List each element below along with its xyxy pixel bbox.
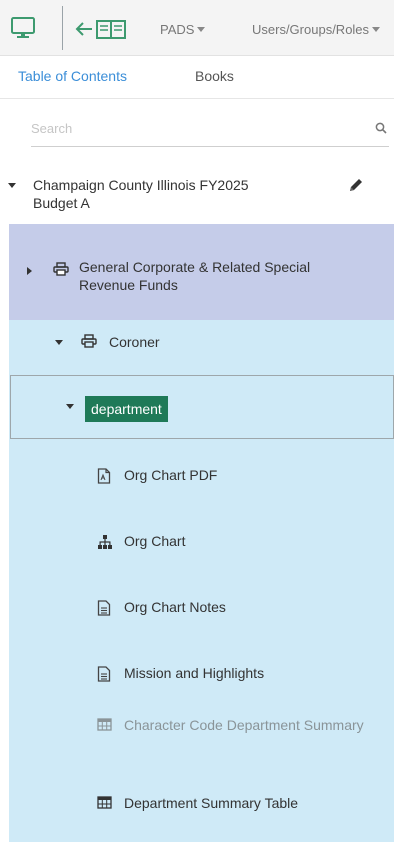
- tree-item-coroner-label: Coroner: [109, 334, 160, 350]
- chevron-down-icon: [372, 27, 381, 32]
- tree-item-department[interactable]: department: [10, 375, 394, 439]
- search-icon[interactable]: [375, 121, 387, 139]
- chevron-down-icon: [197, 27, 206, 32]
- tab-table-of-contents[interactable]: Table of Contents: [18, 68, 127, 84]
- tree-item-label: Org Chart PDF: [124, 467, 218, 483]
- table-icon: [97, 796, 112, 814]
- back-book-icon[interactable]: [74, 16, 130, 47]
- caret-right-icon[interactable]: [27, 267, 32, 275]
- tree-item-root-label: Champaign County Illinois FY2025 Budget …: [33, 177, 249, 211]
- users-groups-roles-label: Users/Groups/Roles: [252, 22, 370, 37]
- search-bar: [31, 113, 389, 147]
- pads-menu-label: PADS: [160, 22, 195, 37]
- tree-item-department-label: department: [85, 396, 168, 422]
- table-icon: [97, 718, 112, 736]
- search-input[interactable]: [31, 113, 351, 143]
- monitor-icon[interactable]: [10, 16, 36, 45]
- tree-item-label: Department Summary Table: [124, 795, 299, 811]
- tree-item-coroner[interactable]: Coroner: [9, 320, 394, 374]
- pdf-file-icon: [97, 468, 111, 489]
- document-icon: [97, 666, 111, 687]
- printer-icon[interactable]: [81, 334, 97, 353]
- tree-item-label: Mission and Highlights: [124, 665, 265, 681]
- sitemap-icon: [97, 534, 113, 555]
- caret-down-icon[interactable]: [55, 340, 63, 345]
- toolbar-divider: [62, 6, 63, 50]
- tree-item-general-corporate-label: General Corporate & Related Special Reve…: [79, 259, 311, 293]
- tree-item-label: Character Code Department Summary: [124, 717, 364, 733]
- tree-item-root[interactable]: Champaign County Illinois FY2025 Budget …: [0, 170, 394, 222]
- users-groups-roles-menu[interactable]: Users/Groups/Roles: [252, 22, 381, 37]
- pads-menu[interactable]: PADS: [160, 22, 206, 37]
- caret-down-icon[interactable]: [8, 183, 16, 188]
- sidebar-tabs: Table of Contents Books: [0, 57, 394, 99]
- tree-item-label: Org Chart Notes: [124, 599, 226, 615]
- tab-books[interactable]: Books: [195, 68, 234, 84]
- top-toolbar: PADS Users/Groups/Roles: [0, 0, 394, 56]
- tree-item-general-corporate[interactable]: General Corporate & Related Special Reve…: [9, 224, 394, 320]
- tree-item-label: Org Chart: [124, 533, 186, 549]
- pencil-icon[interactable]: [348, 177, 364, 198]
- printer-icon[interactable]: [53, 262, 69, 281]
- caret-down-icon[interactable]: [66, 404, 74, 409]
- document-icon: [97, 600, 111, 621]
